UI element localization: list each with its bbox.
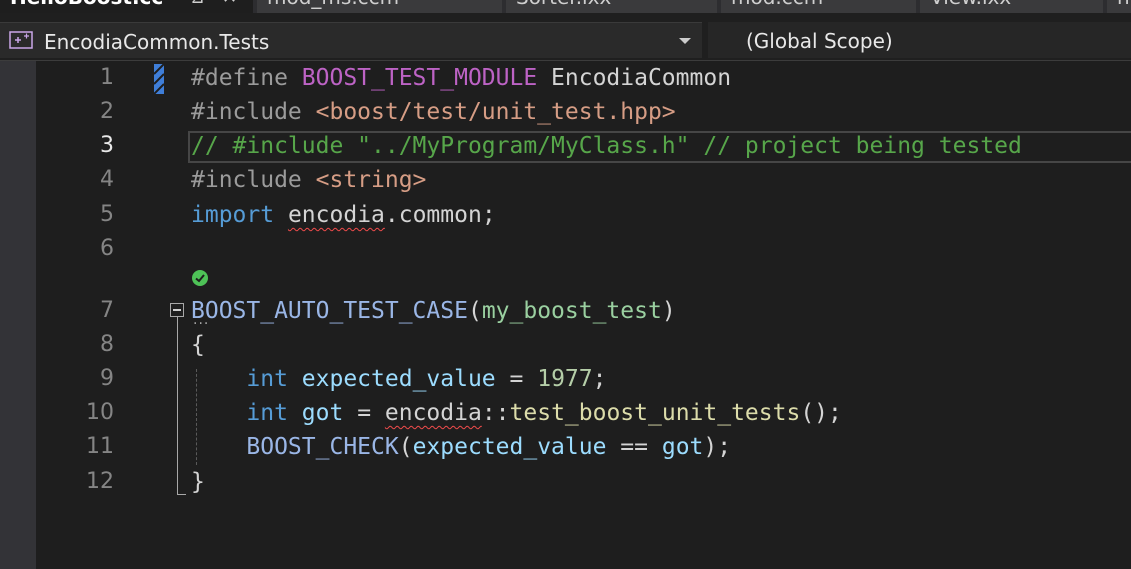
line-number: 2: [100, 99, 114, 124]
code-line[interactable]: BOOST_AUTO_TEST_CASE(my_boost_test): [191, 294, 676, 328]
project-test-icon: [9, 31, 33, 49]
scope-name: (Global Scope): [746, 29, 893, 53]
tab-label: Sorter.ixx: [516, 0, 611, 9]
code-token: 1977: [537, 366, 593, 392]
line-number: 11: [86, 434, 114, 459]
code-token: encodia: [287, 202, 385, 228]
tab-label: View.ixx: [930, 0, 1011, 9]
code-line[interactable]: int got = encodia::test_boost_unit_tests…: [191, 396, 842, 430]
project-dropdown[interactable]: EncodiaCommon.Tests: [0, 22, 702, 58]
line-number: 6: [100, 236, 114, 261]
test-passed-icon[interactable]: [191, 269, 209, 287]
code-line[interactable]: int expected_value = 1977;: [191, 362, 606, 396]
document-tab-strip: HelloBoost.cc ⊿ ✕ mod_ms.ccm Sorter.ixx …: [0, 0, 1131, 13]
code-token: ();: [800, 400, 842, 426]
code-token: #define: [191, 65, 302, 91]
code-token: expected_value: [301, 366, 496, 392]
code-token: EncodiaCommon: [537, 65, 732, 91]
tab-sorter[interactable]: Sorter.ixx: [506, 0, 717, 13]
tab-label: mod.ccm: [731, 0, 823, 9]
code-token: <string>: [315, 167, 427, 193]
tab-mod[interactable]: mod.ccm: [721, 0, 916, 13]
code-editor-window: HelloBoost.cc ⊿ ✕ mod_ms.ccm Sorter.ixx …: [0, 0, 1131, 569]
code-token: ): [661, 298, 676, 324]
code-token: (: [467, 298, 482, 324]
code-token: #include: [191, 99, 316, 125]
code-token: BOOST_AUTO_TEST_CASE: [191, 298, 468, 324]
code-token: <boost/test/unit_test.hpp>: [315, 99, 676, 125]
collapse-toggle-icon[interactable]: [170, 303, 184, 317]
code-token: =: [343, 400, 385, 426]
tab-helloboost[interactable]: HelloBoost.cc ⊿ ✕: [0, 0, 253, 13]
line-number: 3: [100, 133, 114, 158]
fold-guide-end: [177, 494, 186, 495]
navigation-bar: EncodiaCommon.Tests (Global Scope): [0, 13, 1131, 61]
code-token: // #include "../MyProgram/MyClass.h" // …: [191, 133, 1022, 159]
project-name: EncodiaCommon.Tests: [44, 30, 270, 54]
line-number: 1: [100, 65, 114, 90]
code-line[interactable]: #include <string>: [191, 163, 426, 197]
code-token: encodia: [384, 400, 482, 426]
code-line[interactable]: {: [191, 328, 205, 362]
glyph-margin[interactable]: [0, 61, 36, 569]
code-token: my_boost_test: [481, 298, 662, 324]
tab-label: HelloBoost.cc: [10, 0, 163, 9]
code-token: (: [398, 434, 413, 460]
code-token: =: [495, 366, 538, 392]
close-icon[interactable]: ✕: [222, 0, 237, 7]
code-token: ==: [606, 434, 662, 460]
code-token: #include: [191, 167, 316, 193]
code-token: }: [191, 469, 205, 495]
line-number: 12: [86, 469, 114, 494]
tab-mod-ms[interactable]: mod_ms.ccm: [257, 0, 502, 13]
code-token: ;: [592, 366, 607, 392]
tab-overflow[interactable]: n: [1107, 0, 1131, 13]
code-token: int: [246, 400, 288, 426]
code-token: BOOST_TEST_MODULE: [301, 65, 538, 91]
tab-label: n: [1117, 0, 1130, 9]
code-line[interactable]: }: [191, 465, 205, 499]
code-token: );: [703, 434, 732, 460]
fold-guide: [177, 317, 178, 495]
line-number: 7: [100, 298, 114, 323]
code-token: .common;: [384, 202, 496, 228]
code-token: int: [246, 366, 288, 392]
tab-view[interactable]: View.ixx: [920, 0, 1103, 13]
line-number: 5: [100, 202, 114, 227]
code-token: got: [661, 434, 704, 460]
line-number: 10: [86, 400, 114, 425]
line-number: 4: [100, 167, 114, 192]
scope-dropdown[interactable]: (Global Scope): [708, 22, 1131, 58]
code-token: got: [301, 400, 344, 426]
change-marker-icon: [154, 64, 164, 94]
code-editor[interactable]: ··· 1 2 3 4 5 6 7 8 9 10 11 12 #define BOOST_TEST_M…: [0, 61, 1131, 569]
tab-label: mod_ms.ccm: [267, 0, 399, 9]
code-line[interactable]: #define BOOST_TEST_MODULE EncodiaCommon: [191, 61, 731, 95]
code-token: expected_value: [412, 434, 607, 460]
pin-icon[interactable]: ⊿: [190, 0, 205, 7]
code-token: {: [191, 332, 205, 358]
line-number: 8: [100, 332, 114, 357]
code-line[interactable]: BOOST_CHECK(expected_value == got);: [191, 430, 731, 464]
code-token: ::: [481, 400, 510, 426]
code-line[interactable]: // #include "../MyProgram/MyClass.h" // …: [191, 129, 1022, 163]
code-line[interactable]: #include <boost/test/unit_test.hpp>: [191, 95, 676, 129]
code-token: BOOST_CHECK: [246, 434, 399, 460]
code-token: test_boost_unit_tests: [509, 400, 801, 426]
code-line[interactable]: import encodia.common;: [191, 198, 496, 232]
line-number: 9: [100, 366, 114, 391]
chevron-down-icon[interactable]: [679, 38, 691, 44]
code-token: import: [191, 202, 275, 228]
